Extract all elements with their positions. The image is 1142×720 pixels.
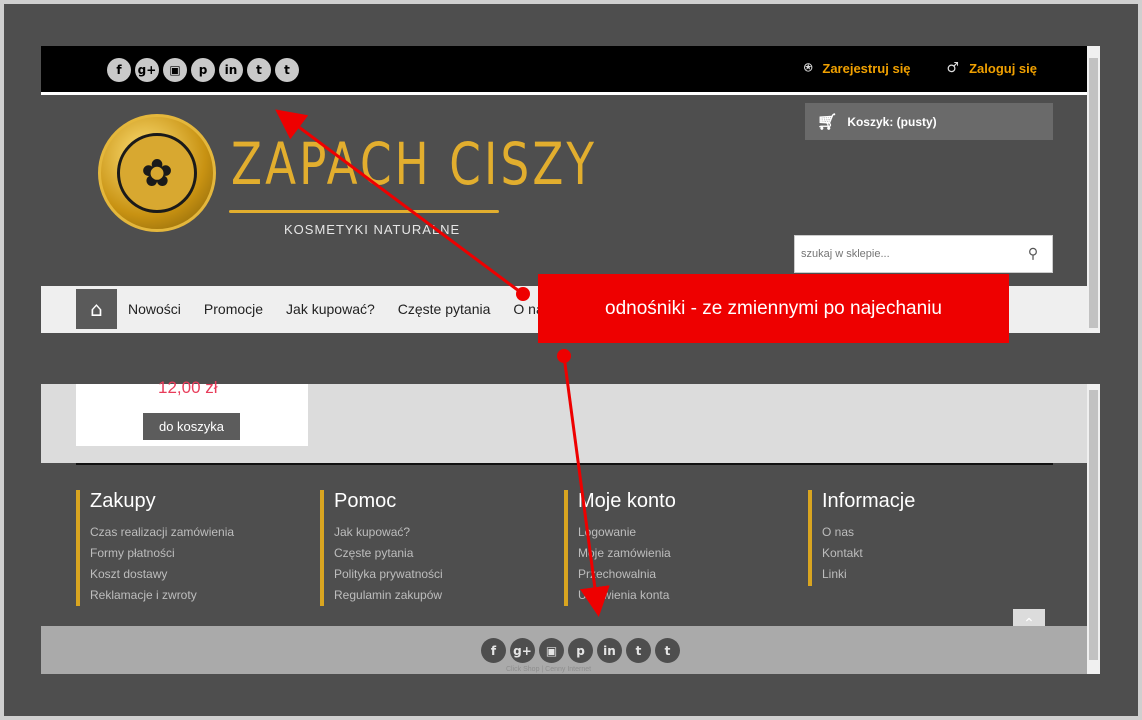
- annotation-arrows: [275, 109, 610, 617]
